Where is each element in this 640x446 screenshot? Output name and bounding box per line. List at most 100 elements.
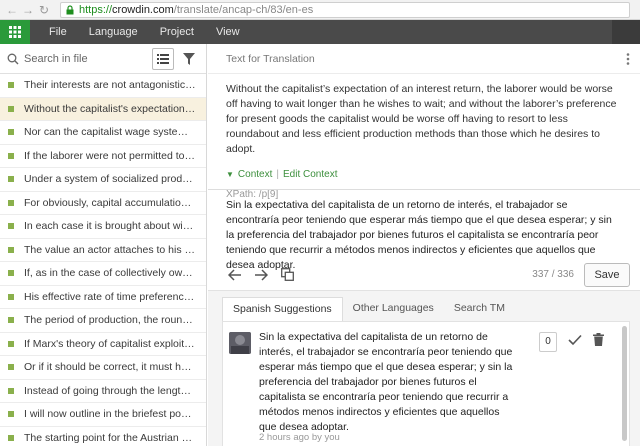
list-item-text: I will now outline in the briefest possi…	[24, 408, 196, 421]
list-view-button[interactable]	[152, 47, 174, 70]
menu-view[interactable]: View	[205, 20, 251, 44]
list-item-text: The value an actor attaches to his capit…	[24, 243, 196, 256]
suggestion-tabs: Spanish Suggestions Other Languages Sear…	[208, 291, 640, 321]
edit-context-link[interactable]: Edit Context	[283, 169, 337, 180]
list-item[interactable]: Without the capitalist's expectation of …	[0, 97, 206, 121]
menu-language[interactable]: Language	[78, 20, 149, 44]
strings-panel: Their interests are not antagonistic but…	[0, 44, 207, 446]
previous-string-button[interactable]	[222, 262, 248, 288]
list-item-text: If, as in the case of collectively owned…	[24, 267, 196, 280]
more-options-icon[interactable]	[626, 53, 630, 68]
save-button[interactable]: Save	[584, 263, 630, 287]
list-item-text: Under a system of socialized production,…	[24, 173, 196, 186]
list-item[interactable]: His effective rate of time preference wi…	[0, 286, 206, 309]
list-item-text: The period of production, the roundabout…	[24, 314, 196, 327]
browser-url-bar: ← → ↻ https://crowdin.com/translate/anca…	[0, 0, 640, 20]
list-item[interactable]: Or if it should be correct, it must have…	[0, 356, 206, 380]
caret-down-icon: ▼	[226, 170, 234, 179]
list-item[interactable]: If the laborer were not permitted to sel…	[0, 145, 206, 168]
appbar-right-button[interactable]	[612, 20, 640, 44]
list-item[interactable]: If, as in the case of collectively owned…	[0, 262, 206, 286]
list-item[interactable]: If Marx's theory of capitalist exploitat…	[0, 333, 206, 356]
list-item-text: The starting point for the Austrian expl…	[24, 431, 196, 444]
list-item[interactable]: The value an actor attaches to his capit…	[0, 239, 206, 262]
list-item[interactable]: The period of production, the roundabout…	[0, 309, 206, 333]
apps-grid-button[interactable]	[0, 20, 30, 44]
tab-other-languages[interactable]: Other Languages	[343, 297, 444, 321]
tab-spanish-suggestions[interactable]: Spanish Suggestions	[222, 297, 343, 321]
list-item[interactable]: Under a system of socialized production,…	[0, 168, 206, 192]
list-item[interactable]: I will now outline in the briefest possi…	[0, 403, 206, 427]
translated-status-icon	[8, 199, 14, 206]
list-item-text: Or if it should be correct, it must have…	[24, 361, 196, 374]
search-row	[0, 44, 206, 74]
menu-project[interactable]: Project	[149, 20, 205, 44]
url-input[interactable]: https://crowdin.com/translate/ancap-ch/8…	[60, 1, 630, 18]
lock-icon	[65, 4, 75, 15]
source-text: Without the capitalist’s expectation of …	[226, 83, 617, 155]
translation-input[interactable]: Sin la expectativa del capitalista de un…	[208, 189, 640, 271]
checkmark-icon[interactable]	[568, 334, 582, 349]
translated-status-icon	[8, 364, 14, 371]
list-item-text: In each case it is brought about with th…	[24, 220, 196, 233]
translated-status-icon	[8, 270, 14, 277]
filter-button[interactable]	[178, 48, 200, 70]
translated-status-icon	[8, 387, 14, 394]
next-string-button[interactable]	[248, 262, 274, 288]
url-host: crowdin.com	[112, 3, 174, 16]
list-item[interactable]: In each case it is brought about with th…	[0, 215, 206, 239]
list-icon	[157, 53, 169, 64]
translated-status-icon	[8, 82, 14, 89]
trash-icon[interactable]	[593, 333, 604, 349]
back-arrow-icon[interactable]: ←	[4, 0, 20, 20]
source-header-label: Text for Translation	[226, 52, 315, 65]
list-item-text: Nor can the capitalist wage system be re…	[24, 126, 196, 139]
search-input[interactable]	[24, 52, 150, 65]
arrow-right-icon	[255, 268, 268, 281]
source-header: Text for Translation	[208, 44, 640, 74]
list-item[interactable]: For obviously, capital accumulation must…	[0, 192, 206, 215]
context-separator: |	[276, 169, 279, 180]
context-row: ▼ Context | Edit Context	[208, 157, 640, 180]
list-item[interactable]: Nor can the capitalist wage system be re…	[0, 121, 206, 145]
search-icon	[2, 53, 24, 65]
translated-status-icon	[8, 152, 14, 159]
menu-file[interactable]: File	[38, 20, 78, 44]
tab-search-tm[interactable]: Search TM	[444, 297, 515, 321]
translated-status-icon	[8, 105, 14, 112]
list-item[interactable]: Instead of going through the lengthier t…	[0, 380, 206, 403]
editor-panel: Text for Translation Without the capital…	[208, 44, 640, 446]
context-link[interactable]: Context	[238, 169, 272, 180]
strings-list: Their interests are not antagonistic but…	[0, 74, 206, 446]
list-item-text: Instead of going through the lengthier t…	[24, 384, 196, 397]
vote-count[interactable]: 0	[539, 332, 557, 352]
translated-status-icon	[8, 434, 14, 441]
suggestion-text: Sin la expectativa del capitalista de un…	[259, 331, 513, 433]
url-scheme: https://	[79, 3, 113, 16]
translated-status-icon	[8, 411, 14, 418]
translated-status-icon	[8, 176, 14, 183]
list-item[interactable]: Their interests are not antagonistic but…	[0, 74, 206, 98]
character-count: 337 / 336	[532, 269, 574, 280]
forward-arrow-icon[interactable]: →	[20, 0, 36, 20]
grid-icon	[9, 26, 21, 38]
translated-status-icon	[8, 129, 14, 136]
list-item[interactable]: The starting point for the Austrian expl…	[0, 427, 206, 446]
translated-status-icon	[8, 293, 14, 300]
translated-status-icon	[8, 223, 14, 230]
arrow-left-icon	[228, 268, 241, 281]
list-item-text: Without the capitalist's expectation of …	[24, 102, 196, 115]
copy-source-button[interactable]	[274, 262, 300, 288]
translated-status-icon	[8, 340, 14, 347]
suggestions-scrollbar[interactable]	[622, 326, 627, 441]
list-item-text: If Marx's theory of capitalist exploitat…	[24, 337, 196, 350]
list-item-text: Their interests are not antagonistic but…	[24, 79, 196, 92]
url-path: /translate/ancap-ch/83/en-es	[173, 3, 314, 16]
suggestion-item[interactable]: Sin la expectativa del capitalista de un…	[222, 321, 630, 446]
reload-icon[interactable]: ↻	[36, 0, 52, 20]
list-item-text: If the laborer were not permitted to sel…	[24, 149, 196, 162]
translated-status-icon	[8, 317, 14, 324]
copy-source-icon	[280, 268, 294, 281]
app-header: File Language Project View	[0, 20, 640, 44]
editor-toolbar: 337 / 336 Save	[208, 259, 640, 291]
